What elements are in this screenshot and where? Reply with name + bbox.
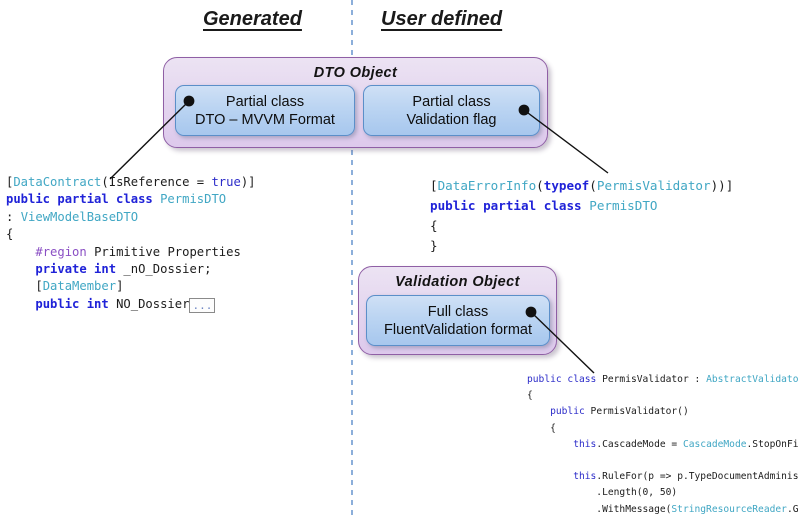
connector-dot-dto-mvvm bbox=[183, 95, 195, 107]
connector-dot-validation-flag bbox=[518, 104, 530, 116]
connector-line-fluent-validation bbox=[530, 311, 595, 374]
connector-layer bbox=[109, 95, 609, 374]
connector-line-validation-flag bbox=[523, 109, 609, 174]
diagram-canvas: Generated User defined DTO Object Partia… bbox=[0, 0, 798, 518]
connector-dot-fluent-validation bbox=[525, 306, 537, 318]
connector-line-dto-mvvm bbox=[109, 100, 190, 180]
